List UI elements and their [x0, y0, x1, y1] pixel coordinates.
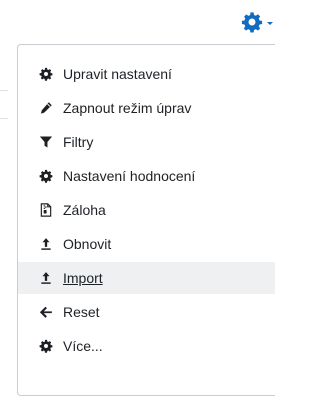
file-archive-icon	[39, 203, 53, 217]
filter-icon	[39, 135, 53, 149]
actions-menu-toggle[interactable]	[241, 9, 273, 35]
background-divider	[0, 118, 8, 119]
menu-item-label: Filtry	[63, 134, 94, 150]
menu-item-filters[interactable]: Filtry	[18, 126, 275, 158]
actions-dropdown-menu: Upravit nastavení Zapnout režim úprav Fi…	[17, 44, 275, 396]
menu-item-import[interactable]: Import	[18, 262, 275, 294]
menu-item-restore[interactable]: Obnovit	[18, 228, 275, 260]
menu-item-more[interactable]: Více...	[18, 330, 275, 362]
menu-item-turn-editing-on[interactable]: Zapnout režim úprav	[18, 92, 275, 124]
upload-icon	[39, 271, 53, 285]
gear-icon	[39, 169, 53, 183]
menu-item-label: Nastavení hodnocení	[63, 168, 196, 184]
menu-item-label: Obnovit	[63, 236, 112, 252]
menu-item-label: Více...	[63, 338, 103, 354]
menu-item-label: Upravit nastavení	[63, 66, 172, 82]
menu-item-grading-settings[interactable]: Nastavení hodnocení	[18, 160, 275, 192]
menu-item-backup[interactable]: Záloha	[18, 194, 275, 226]
arrow-left-icon	[39, 305, 53, 319]
menu-item-label: Záloha	[63, 202, 106, 218]
upload-icon	[39, 237, 53, 251]
gear-icon	[39, 67, 53, 81]
gear-icon	[241, 11, 263, 33]
menu-item-edit-settings[interactable]: Upravit nastavení	[18, 58, 275, 90]
menu-item-label: Reset	[63, 304, 100, 320]
page: Upravit nastavení Zapnout režim úprav Fi…	[0, 0, 275, 399]
menu-item-reset[interactable]: Reset	[18, 296, 275, 328]
background-divider	[0, 90, 8, 91]
menu-item-label: Zapnout režim úprav	[63, 100, 192, 116]
pencil-icon	[39, 101, 53, 115]
caret-down-icon	[267, 21, 273, 25]
gear-icon	[39, 339, 53, 353]
menu-item-label: Import	[63, 270, 103, 286]
